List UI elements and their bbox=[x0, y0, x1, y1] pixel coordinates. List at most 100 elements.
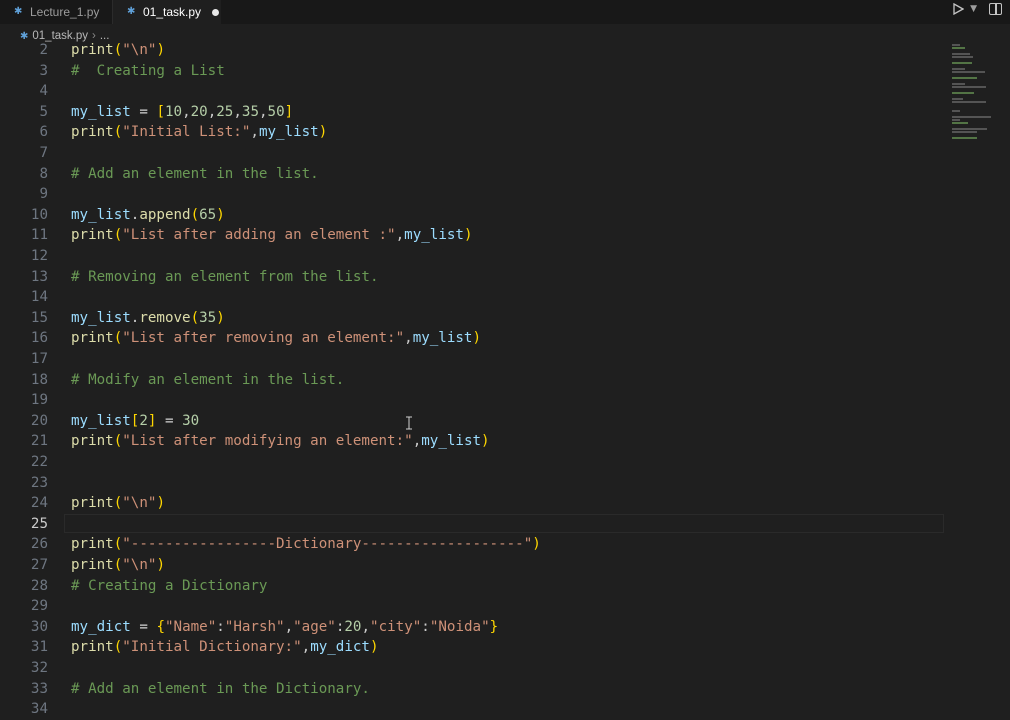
code-text[interactable]: print("\n") bbox=[71, 493, 165, 514]
code-line[interactable]: 22 bbox=[0, 452, 945, 473]
minimap-line bbox=[952, 116, 991, 118]
chevron-down-icon[interactable]: ▼ bbox=[970, 4, 977, 14]
python-file-icon: ✱ bbox=[127, 6, 136, 17]
code-line[interactable]: 3 # Creating a List bbox=[0, 61, 945, 82]
code-text[interactable]: # Add an element in the list. bbox=[71, 164, 319, 185]
minimap-line bbox=[952, 110, 960, 112]
code-line[interactable]: 18 # Modify an element in the list. bbox=[0, 370, 945, 391]
code-line[interactable]: 13 # Removing an element from the list. bbox=[0, 267, 945, 288]
python-file-icon: ✱ bbox=[14, 6, 23, 17]
tab-lecture-1[interactable]: ✱ Lecture_1.py bbox=[0, 0, 113, 24]
code-text[interactable]: my_list[2] = 30 bbox=[71, 411, 199, 432]
tab-01-task[interactable]: ✱ 01_task.py bbox=[113, 0, 221, 24]
code-text[interactable]: # Modify an element in the list. bbox=[71, 370, 344, 391]
code-line[interactable]: 28 # Creating a Dictionary bbox=[0, 576, 945, 597]
tab-bar: ✱ Lecture_1.py ✱ 01_task.py ▼ bbox=[0, 0, 1010, 24]
minimap-line bbox=[952, 128, 987, 130]
code-line[interactable]: 34 bbox=[0, 699, 945, 720]
minimap-line bbox=[952, 56, 973, 58]
minimap-line bbox=[952, 92, 975, 94]
line-number: 11 bbox=[30, 227, 48, 244]
code-line[interactable]: 27 print("\n") bbox=[0, 555, 945, 576]
split-editor-icon[interactable] bbox=[989, 3, 1002, 15]
code-text[interactable]: print("List after removing an element:",… bbox=[71, 328, 481, 349]
line-number: 8 bbox=[39, 165, 48, 182]
code-line[interactable]: 19 bbox=[0, 390, 945, 411]
current-line-highlight bbox=[64, 513, 944, 533]
line-number: 5 bbox=[39, 103, 48, 120]
code-line[interactable]: 21 print("List after modifying an element… bbox=[0, 431, 945, 452]
code-text[interactable]: # Add an element in the Dictionary. bbox=[71, 679, 370, 700]
line-number: 2 bbox=[39, 42, 48, 58]
code-line[interactable]: 16 print("List after removing an element:… bbox=[0, 328, 945, 349]
line-number: 26 bbox=[30, 536, 48, 553]
code-line[interactable]: 9 bbox=[0, 184, 945, 205]
code-line[interactable]: 7 bbox=[0, 143, 945, 164]
code-text[interactable]: # Creating a List bbox=[71, 61, 225, 82]
code-line[interactable]: 17 bbox=[0, 349, 945, 370]
line-number: 13 bbox=[30, 268, 48, 285]
line-number: 25 bbox=[30, 515, 48, 532]
line-number: 10 bbox=[30, 206, 48, 223]
code-text[interactable]: print("\n") bbox=[71, 555, 165, 576]
code-line[interactable]: 12 bbox=[0, 246, 945, 267]
code-line[interactable]: 24 print("\n") bbox=[0, 493, 945, 514]
minimap[interactable] bbox=[950, 44, 995, 154]
minimap-line bbox=[952, 122, 969, 124]
code-line[interactable]: 14 bbox=[0, 287, 945, 308]
code-line[interactable]: 23 bbox=[0, 473, 945, 494]
editor-actions: ▼ bbox=[952, 3, 1002, 15]
code-line[interactable]: 15 my_list.remove(35) bbox=[0, 308, 945, 329]
code-text[interactable]: # Creating a Dictionary bbox=[71, 576, 267, 597]
code-line[interactable]: 4 bbox=[0, 81, 945, 102]
code-text[interactable]: print("Initial List:",my_list) bbox=[71, 122, 327, 143]
code-text[interactable]: my_list.remove(35) bbox=[71, 308, 225, 329]
code-line[interactable]: 5 my_list = [10,20,25,35,50] bbox=[0, 102, 945, 123]
minimap-line bbox=[952, 62, 973, 64]
minimap-line bbox=[952, 68, 965, 70]
minimap-line bbox=[952, 101, 987, 103]
minimap-line bbox=[952, 119, 960, 121]
code-text[interactable]: print("Initial Dictionary:",my_dict) bbox=[71, 637, 379, 658]
code-line[interactable]: 10 my_list.append(65) bbox=[0, 205, 945, 226]
minimap-line bbox=[952, 47, 965, 49]
minimap-line bbox=[952, 77, 978, 79]
code-text[interactable]: print("-----------------Dictionary------… bbox=[71, 534, 541, 555]
code-text[interactable]: my_list.append(65) bbox=[71, 205, 225, 226]
line-number: 18 bbox=[30, 371, 48, 388]
code-line[interactable]: 32 bbox=[0, 658, 945, 679]
unsaved-changes-dot-icon[interactable] bbox=[212, 8, 220, 16]
line-number: 12 bbox=[30, 248, 48, 264]
code-line[interactable]: 2 print("\n") bbox=[0, 40, 945, 61]
line-number: 27 bbox=[30, 557, 48, 573]
minimap-line bbox=[952, 137, 977, 139]
code-line[interactable]: 20 my_list[2] = 30 bbox=[0, 411, 945, 432]
code-line[interactable]: 30 my_dict = {"Name":"Harsh","age":20,"ci… bbox=[0, 617, 945, 638]
code-text[interactable]: # Removing an element from the list. bbox=[71, 267, 379, 288]
line-number: 14 bbox=[30, 289, 48, 306]
line-number: 22 bbox=[30, 454, 48, 470]
run-icon[interactable] bbox=[952, 3, 965, 15]
code-line[interactable]: 31 print("Initial Dictionary:",my_dict) bbox=[0, 637, 945, 658]
code-line[interactable]: 6 print("Initial List:",my_list) bbox=[0, 122, 945, 143]
code-line[interactable]: 11 print("List after adding an element :"… bbox=[0, 225, 945, 246]
code-text[interactable]: print("List after adding an element :",m… bbox=[71, 225, 473, 246]
code-text[interactable]: print("\n") bbox=[71, 40, 165, 61]
tab-label: Lecture_1.py bbox=[30, 5, 100, 19]
code-line[interactable]: 8 # Add an element in the list. bbox=[0, 164, 945, 185]
code-line[interactable]: 25 bbox=[0, 513, 945, 535]
code-editor[interactable]: 2 print("\n") 3 # Creating a List 4 5 my_list … bbox=[0, 40, 945, 720]
code-line[interactable]: 29 bbox=[0, 596, 945, 617]
code-line[interactable]: 26 print("-----------------Dictionary----… bbox=[0, 534, 945, 555]
code-text[interactable]: my_dict = {"Name":"Harsh","age":20,"city… bbox=[71, 617, 498, 638]
code-text[interactable]: my_list = [10,20,25,35,50] bbox=[71, 102, 293, 123]
minimap-line bbox=[952, 98, 963, 100]
code-text[interactable]: print("List after modifying an element:"… bbox=[71, 431, 490, 452]
minimap-line bbox=[952, 83, 965, 85]
text-cursor-icon bbox=[406, 416, 412, 430]
code-line[interactable]: 33 # Add an element in the Dictionary. bbox=[0, 679, 945, 700]
line-number: 15 bbox=[30, 309, 48, 326]
line-number: 28 bbox=[30, 577, 48, 594]
line-number: 4 bbox=[39, 83, 48, 100]
line-number: 16 bbox=[30, 330, 48, 347]
